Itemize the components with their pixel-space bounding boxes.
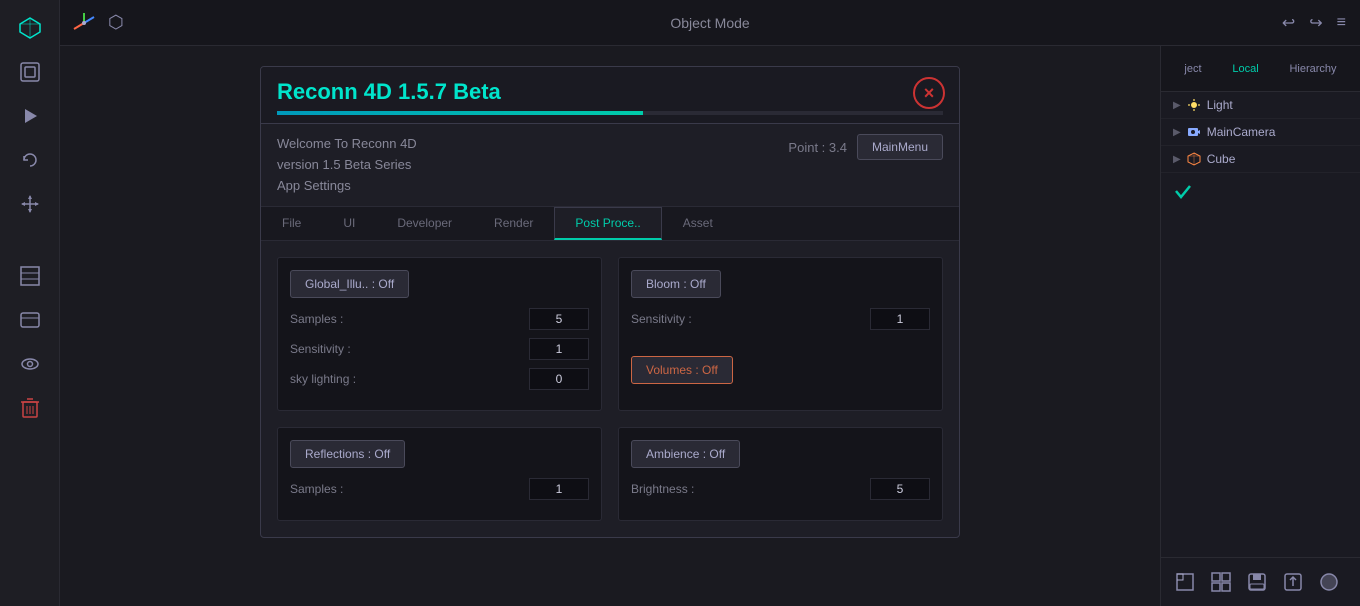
play-icon[interactable] — [12, 98, 48, 134]
maincamera-label: MainCamera — [1207, 125, 1276, 139]
bloom-toggle[interactable]: Bloom : Off — [631, 270, 721, 298]
volumes-toggle[interactable]: Volumes : Off — [631, 356, 733, 384]
reflections-section: Reflections : Off Samples : 1 — [277, 427, 602, 521]
menu-icon[interactable]: ≡ — [1333, 10, 1350, 36]
main-menu-button[interactable]: MainMenu — [857, 134, 943, 160]
modal-subheader: Welcome To Reconn 4D version 1.5 Beta Se… — [261, 124, 959, 207]
tab-post-process-content: Global_Illu.. : Off Samples : 5 Sensitiv… — [261, 241, 959, 537]
samples-label-1: Samples : — [290, 312, 343, 326]
info-line2: version 1.5 Beta Series — [277, 155, 417, 176]
left-toolbar — [0, 0, 60, 606]
brightness-row: Brightness : 5 — [631, 478, 930, 500]
reflections-samples-row: Samples : 1 — [290, 478, 589, 500]
move-icon[interactable] — [12, 186, 48, 222]
content-row: Reconn 4D 1.5.7 Beta × Welcome To Reconn… — [60, 46, 1360, 606]
tablet-icon[interactable] — [12, 302, 48, 338]
trash-icon[interactable] — [12, 390, 48, 426]
global-illu-section: Global_Illu.. : Off Samples : 5 Sensitiv… — [277, 257, 602, 411]
modal-info: Welcome To Reconn 4D version 1.5 Beta Se… — [277, 134, 417, 196]
eye-icon[interactable] — [12, 346, 48, 382]
view-cube-icon[interactable]: ⬡ — [108, 12, 124, 33]
redo-icon[interactable]: ↪ — [1305, 9, 1326, 37]
top-bar: ⬡ Object Mode ↩ ↪ ≡ — [60, 0, 1360, 46]
point-label: Point : 3.4 — [788, 140, 847, 155]
tab-file[interactable]: File — [261, 207, 322, 240]
save-icon[interactable] — [1243, 568, 1271, 596]
light-arrow-icon: ▶ — [1173, 100, 1181, 111]
modal-progress-bar-container — [277, 111, 943, 115]
modal-tabs: File UI Developer Render Post Proce.. As… — [261, 207, 959, 241]
ject-button[interactable]: ject — [1178, 60, 1207, 78]
cube-arrow-icon: ▶ — [1173, 154, 1181, 165]
modal-right-header: Point : 3.4 MainMenu — [788, 134, 943, 160]
cube-3d-icon[interactable] — [12, 10, 48, 46]
refresh-icon[interactable] — [12, 142, 48, 178]
hierarchy-item-cube[interactable]: ▶ Cube — [1161, 146, 1360, 173]
global-illu-toggle[interactable]: Global_Illu.. : Off — [290, 270, 409, 298]
bloom-section: Bloom : Off Sensitivity : 1 Volumes : Of… — [618, 257, 943, 411]
reflections-toggle[interactable]: Reflections : Off — [290, 440, 405, 468]
hierarchy-button[interactable]: Hierarchy — [1283, 60, 1342, 78]
modal-dialog: Reconn 4D 1.5.7 Beta × Welcome To Reconn… — [260, 66, 960, 538]
local-button[interactable]: Local — [1226, 60, 1264, 78]
center-panel: Reconn 4D 1.5.7 Beta × Welcome To Reconn… — [60, 46, 1160, 606]
frame-icon[interactable] — [12, 54, 48, 90]
sensitivity-value-1[interactable]: 1 — [529, 338, 589, 360]
hierarchy-item-maincamera[interactable]: ▶ MainCamera — [1161, 119, 1360, 146]
layers-icon[interactable] — [12, 258, 48, 294]
reflections-samples-value[interactable]: 1 — [529, 478, 589, 500]
bloom-sensitivity-value[interactable]: 1 — [870, 308, 930, 330]
ambience-section: Ambience : Off Brightness : 5 — [618, 427, 943, 521]
main-area: ⬡ Object Mode ↩ ↪ ≡ Reconn 4D 1.5.7 Beta… — [60, 0, 1360, 606]
sky-lighting-label: sky lighting : — [290, 372, 356, 386]
checkmark-icon — [1173, 181, 1193, 201]
tab-render[interactable]: Render — [473, 207, 554, 240]
right-panel: ject Local Hierarchy ▶ Light ▶ — [1160, 46, 1360, 606]
brightness-value[interactable]: 5 — [870, 478, 930, 500]
sky-lighting-row: sky lighting : 0 — [290, 368, 589, 390]
ambience-toggle[interactable]: Ambience : Off — [631, 440, 740, 468]
light-icon — [1187, 98, 1201, 112]
top-bar-icons: ↩ ↪ ≡ — [1278, 9, 1350, 37]
tab-ui[interactable]: UI — [322, 207, 376, 240]
brightness-label: Brightness : — [631, 482, 694, 496]
camera-arrow-icon: ▶ — [1173, 127, 1181, 138]
sensitivity-label-1: Sensitivity : — [290, 342, 351, 356]
info-line3: App Settings — [277, 176, 417, 197]
cube-icon — [1187, 152, 1201, 166]
modal-header: Reconn 4D 1.5.7 Beta × — [261, 67, 959, 124]
screen-corner-icon[interactable] — [1171, 568, 1199, 596]
grid-icon[interactable] — [1207, 568, 1235, 596]
modal-close-button[interactable]: × — [913, 77, 945, 109]
undo-icon[interactable]: ↩ — [1278, 9, 1299, 37]
light-label: Light — [1207, 98, 1233, 112]
sensitivity-row-1: Sensitivity : 1 — [290, 338, 589, 360]
samples-value-1[interactable]: 5 — [529, 308, 589, 330]
sky-lighting-value[interactable]: 0 — [529, 368, 589, 390]
checkmark-area — [1161, 173, 1360, 214]
info-line1: Welcome To Reconn 4D — [277, 134, 417, 155]
object-mode-label: Object Mode — [670, 15, 749, 31]
hierarchy-item-light[interactable]: ▶ Light — [1161, 92, 1360, 119]
cube-label: Cube — [1207, 152, 1236, 166]
reflections-samples-label: Samples : — [290, 482, 343, 496]
right-top-bar: ject Local Hierarchy — [1161, 46, 1360, 92]
top-bar-left: ⬡ — [70, 9, 124, 37]
tab-post-process[interactable]: Post Proce.. — [554, 207, 661, 240]
bloom-sensitivity-label: Sensitivity : — [631, 312, 692, 326]
tab-asset[interactable]: Asset — [662, 207, 734, 240]
camera-icon — [1187, 125, 1201, 139]
modal-title: Reconn 4D 1.5.7 Beta — [277, 79, 501, 104]
modal-progress-fill — [277, 111, 643, 115]
samples-row-1: Samples : 5 — [290, 308, 589, 330]
sphere-icon[interactable] — [1315, 568, 1343, 596]
export-icon[interactable] — [1279, 568, 1307, 596]
bloom-sensitivity-row: Sensitivity : 1 — [631, 308, 930, 330]
right-bottom-icons — [1161, 557, 1360, 606]
tab-developer[interactable]: Developer — [376, 207, 473, 240]
